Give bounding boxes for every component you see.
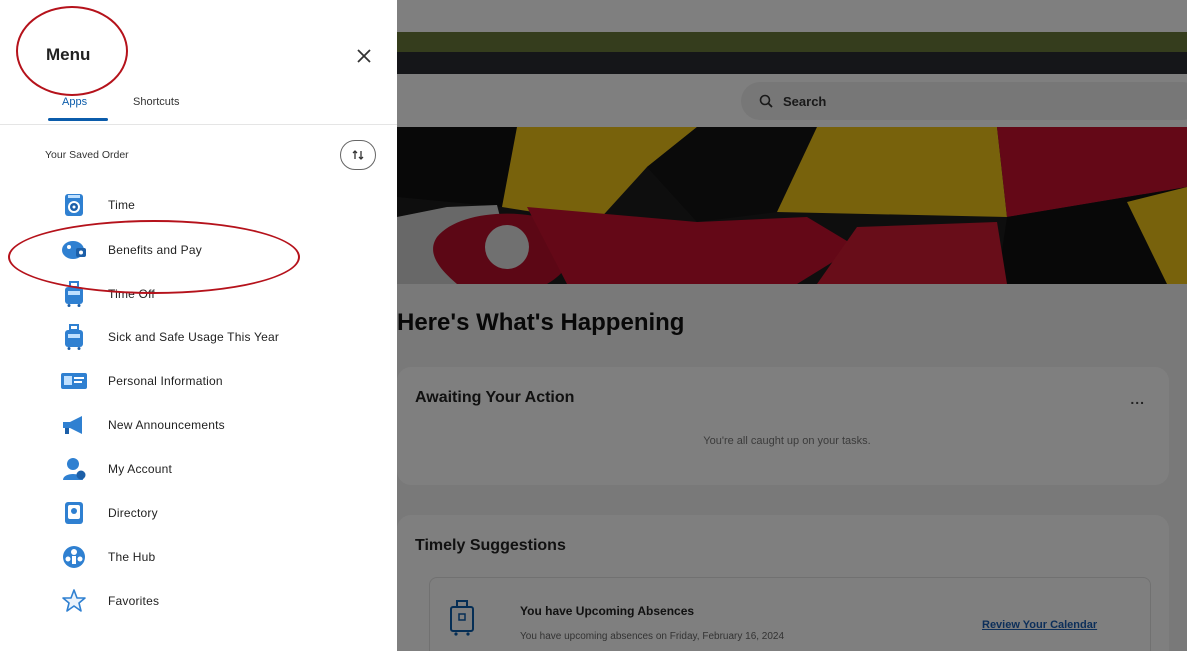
menu-item-label: Favorites (108, 594, 160, 608)
menu-item-label: Time Off (108, 287, 155, 301)
menu-title: Menu (46, 45, 91, 64)
app-header-dark-bar (397, 52, 1187, 74)
suggestion-title: You have Upcoming Absences (520, 604, 695, 618)
sort-arrows-icon (352, 150, 364, 160)
suitcase-icon (448, 600, 476, 641)
menu-item-label: The Hub (108, 550, 156, 564)
user-account-icon (60, 455, 88, 483)
maryland-flag-banner (397, 127, 1187, 284)
menu-item-label: My Account (108, 462, 173, 476)
menu-item-time-off[interactable]: Time Off (60, 279, 360, 309)
hub-people-icon (60, 543, 88, 571)
saved-order-label: Your Saved Order (45, 149, 129, 161)
menu-item-label: Directory (108, 506, 158, 520)
awaiting-action-card: Awaiting Your Action ... You're all caug… (397, 367, 1169, 485)
menu-item-label: Time (108, 198, 136, 212)
flag-image (397, 127, 1187, 284)
id-card-icon (60, 367, 88, 395)
more-options-button[interactable]: ... (1130, 391, 1145, 407)
active-tab-indicator (48, 118, 108, 121)
app-top-strip (397, 0, 1187, 32)
menu-panel: Menu Apps Shortcuts Your Saved Order Tim… (0, 0, 397, 651)
tab-shortcuts[interactable]: Shortcuts (133, 96, 179, 108)
search-icon (759, 94, 773, 108)
tab-apps[interactable]: Apps (62, 96, 87, 108)
menu-item-label: Sick and Safe Usage This Year (108, 330, 280, 344)
clock-icon (60, 191, 88, 219)
page-greeting: Here's What's Happening (397, 309, 685, 336)
menu-item-my-account[interactable]: My Account (60, 454, 360, 484)
tab-divider (0, 124, 397, 125)
megaphone-icon (60, 411, 88, 439)
piggy-bank-icon (60, 236, 88, 264)
menu-item-time[interactable]: Time (60, 190, 360, 220)
menu-item-label: Personal Information (108, 374, 223, 388)
menu-item-new-announcements[interactable]: New Announcements (60, 410, 360, 440)
app-background: Search Here's What's Happening Awaiting … (397, 0, 1187, 651)
search-placeholder: Search (783, 93, 827, 109)
awaiting-action-title: Awaiting Your Action (415, 389, 575, 406)
timely-suggestions-card: Timely Suggestions You have Upcoming Abs… (397, 515, 1169, 651)
app-header-green-bar (397, 32, 1187, 52)
close-icon (357, 49, 371, 63)
directory-book-icon (60, 499, 88, 527)
menu-item-personal-information[interactable]: Personal Information (60, 366, 360, 396)
menu-item-benefits-and-pay[interactable]: Benefits and Pay (60, 235, 360, 265)
search-input[interactable]: Search (741, 82, 1187, 120)
timely-suggestions-title: Timely Suggestions (415, 537, 566, 554)
menu-item-label: Benefits and Pay (108, 243, 202, 257)
menu-item-sick-and-safe-usage[interactable]: Sick and Safe Usage This Year (60, 322, 360, 352)
close-menu-button[interactable] (352, 44, 376, 68)
suitcase-icon (60, 280, 88, 308)
menu-item-label: New Announcements (108, 418, 225, 432)
star-icon (60, 587, 88, 615)
menu-item-directory[interactable]: Directory (60, 498, 360, 528)
suitcase-icon (60, 323, 88, 351)
search-row: Search (397, 74, 1187, 127)
menu-item-the-hub[interactable]: The Hub (60, 542, 360, 572)
menu-item-favorites[interactable]: Favorites (60, 586, 360, 616)
suggestion-subtitle: You have upcoming absences on Friday, Fe… (520, 631, 785, 642)
empty-tasks-message: You're all caught up on your tasks. (703, 435, 871, 447)
review-calendar-link[interactable]: Review Your Calendar (982, 619, 1097, 631)
reorder-button[interactable] (340, 140, 376, 170)
suggestion-item: You have Upcoming Absences You have upco… (429, 577, 1151, 651)
